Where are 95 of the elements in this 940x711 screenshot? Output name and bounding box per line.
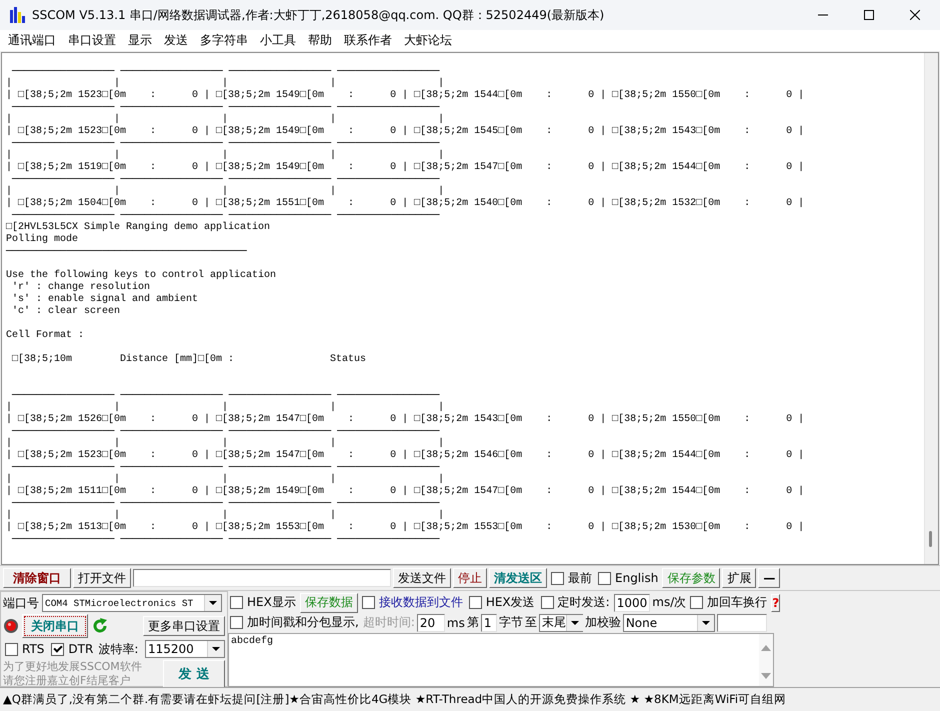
- append-newline-checkbox[interactable]: 加回车换行: [688, 594, 770, 611]
- table-border: | | | | |: [6, 474, 444, 485]
- table-rule: ───────────────── ───────────────── ───────────────── ─────────────────: [10, 462, 440, 473]
- collapse-button[interactable]: —: [758, 568, 780, 588]
- baud-rate-select[interactable]: 115200: [145, 640, 225, 658]
- table-border: | | | | |: [6, 402, 444, 413]
- clear-window-button[interactable]: 清除窗口: [3, 568, 71, 588]
- from-label: 第: [466, 614, 479, 631]
- interval-unit: ms/次: [652, 594, 686, 611]
- menu-item[interactable]: 大虾论坛: [398, 32, 458, 49]
- close-icon[interactable]: [910, 10, 920, 20]
- to-label: 至: [524, 614, 537, 631]
- table-rule: ────────────────────────────────────────: [6, 246, 247, 257]
- hex-send-checkbox[interactable]: HEX发送: [466, 594, 537, 611]
- english-checkbox[interactable]: English: [596, 571, 660, 585]
- terminal-line: | □[38;5;2m 1523□[0m : 0 | □[38;5;2m 1547□[0m : 0 | □[38;5;2m 1546□[0m : 0 | □[38;5;2m 1544□[0m : 0 |: [6, 450, 804, 461]
- table-border: | | | | |: [6, 510, 444, 521]
- baud-rate-label: 波特率:: [98, 640, 138, 658]
- terminal-line: 's' : enable signal and ambient: [11, 294, 198, 305]
- terminal-line: | □[38;5;2m 1523□[0m : 0 | □[38;5;2m 1549□[0m : 0 | □[38;5;2m 1544□[0m : 0 | □[38;5;2m 1550□[0m : 0 |: [6, 90, 804, 101]
- terminal-line: Polling mode: [6, 234, 78, 245]
- terminal-line: Use the following keys to control application: [6, 270, 276, 281]
- menu-item[interactable]: 串口设置: [62, 32, 122, 49]
- menu-item[interactable]: 显示: [122, 32, 158, 49]
- promo-text: 请您注册嘉立创F结尾客户: [3, 674, 132, 688]
- dtr-checkbox[interactable]: DTR: [49, 642, 96, 656]
- save-params-button[interactable]: 保存参数: [662, 568, 720, 588]
- terminal-line: Cell Format :: [6, 330, 84, 341]
- table-border: | | | | |: [6, 438, 444, 449]
- marquee-text: ▲Q群满员了,没有第二个群.有需要请在虾坛提问[注册]★合宙高性价比4G模块 ★RT-Thread中国人的开源免费操作系统 ★ ★8KM远距离WiFi可自组网: [3, 692, 786, 706]
- stop-button[interactable]: 停止: [453, 568, 487, 588]
- menu-item[interactable]: 多字符串: [194, 32, 254, 49]
- window-title: SSCOM V5.13.1 串口/网络数据调试器,作者:大虾丁丁,2618058@qq.com. QQ群：52502449(最新版本): [32, 6, 604, 24]
- help-button[interactable]: ?: [771, 594, 780, 612]
- table-rule: ───────────────── ───────────────── ───────────────── ─────────────────: [10, 426, 440, 437]
- interval-field[interactable]: 1000: [614, 594, 650, 612]
- port-label: 端口号: [3, 594, 39, 612]
- more-settings-button[interactable]: 更多串口设置: [143, 616, 225, 636]
- send-button[interactable]: 发 送: [163, 660, 225, 688]
- table-rule: ───────────────── ───────────────── ───────────────── ─────────────────: [10, 138, 440, 149]
- menu-item[interactable]: 小工具: [254, 32, 302, 49]
- close-port-button[interactable]: 关闭串口: [22, 614, 88, 638]
- checksum-label: 加校验: [584, 614, 621, 631]
- from-field[interactable]: 1: [480, 614, 497, 632]
- table-rule: ───────────────── ───────────────── ───────────────── ─────────────────: [10, 174, 440, 185]
- table-rule: ───────────────── ───────────────── ───────────────── ─────────────────: [10, 102, 440, 113]
- clear-send-button[interactable]: 清发送区: [489, 568, 547, 588]
- table-border: | | | | |: [6, 78, 444, 89]
- rts-checkbox[interactable]: RTS: [3, 642, 46, 656]
- topmost-checkbox[interactable]: 最前: [549, 570, 594, 586]
- timestamp-checkbox[interactable]: 加时间戳和分包显示,: [228, 614, 361, 631]
- table-border: | | | | |: [6, 150, 444, 161]
- hex-display-checkbox[interactable]: HEX显示: [228, 594, 298, 611]
- terminal-line: | □[38;5;2m 1511□[0m : 0 | □[38;5;2m 1549□[0m : 0 | □[38;5;2m 1547□[0m : 0 | □[38;5;2m 1544□[0m : 0 |: [6, 486, 804, 497]
- send-file-button[interactable]: 发送文件: [393, 568, 451, 588]
- scrollbar-thumb[interactable]: [929, 531, 932, 547]
- table-rule: ───────────────── ───────────────── ───────────────── ─────────────────: [10, 390, 440, 401]
- menu-item[interactable]: 联系作者: [338, 32, 398, 49]
- timeout-unit: ms: [446, 616, 465, 630]
- open-file-button[interactable]: 打开文件: [73, 568, 131, 588]
- terminal-line: | □[38;5;2m 1526□[0m : 0 | □[38;5;2m 1547□[0m : 0 | □[38;5;2m 1543□[0m : 0 | □[38;5;2m 1550□[0m : 0 |: [6, 414, 804, 425]
- promo-text: 为了更好地发展SSCOM软件: [3, 660, 142, 674]
- terminal-line: □[2HVL53L5CX Simple Ranging demo application: [6, 222, 270, 233]
- app-icon: [10, 6, 26, 24]
- save-data-button[interactable]: 保存数据: [300, 592, 358, 612]
- terminal-line: 'c' : clear screen: [11, 306, 120, 317]
- terminal-line: | □[38;5;2m 1513□[0m : 0 | □[38;5;2m 1553□[0m : 0 | □[38;5;2m 1553□[0m : 0 | □[38;5;2m 1530□[0m : 0 |: [6, 522, 804, 533]
- table-rule: ───────────────── ───────────────── ───────────────── ─────────────────: [10, 534, 440, 545]
- table-rule: ───────────────── ───────────────── ───────────────── ─────────────────: [10, 498, 440, 509]
- timeout-label: 超时时间:: [362, 614, 415, 631]
- file-path-field[interactable]: [133, 569, 391, 587]
- terminal-line: | □[38;5;2m 1523□[0m : 0 | □[38;5;2m 1549□[0m : 0 | □[38;5;2m 1545□[0m : 0 | □[38;5;2m 1543□[0m : 0 |: [6, 126, 804, 137]
- terminal-line: 'r' : change resolution: [11, 282, 150, 293]
- menu-item[interactable]: 通讯端口: [2, 32, 62, 49]
- menu-item[interactable]: 帮助: [302, 32, 338, 49]
- maximize-icon[interactable]: [864, 10, 874, 20]
- table-border: | | | | |: [6, 186, 444, 197]
- status-led-icon: [3, 618, 19, 634]
- table-border: | | | | |: [6, 114, 444, 125]
- checksum-value-field[interactable]: [716, 614, 767, 632]
- expand-button[interactable]: 扩展: [722, 568, 756, 588]
- terminal-line: | □[38;5;2m 1519□[0m : 0 | □[38;5;2m 1549□[0m : 0 | □[38;5;2m 1547□[0m : 0 | □[38;5;2m 1544□[0m : 0 |: [6, 162, 804, 173]
- port-select[interactable]: COM4 STMicroelectronics ST: [42, 594, 222, 612]
- terminal-line: | □[38;5;2m 1504□[0m : 0 | □[38;5;2m 1551□[0m : 0 | □[38;5;2m 1540□[0m : 0 | □[38;5;2m 1532□[0m : 0 |: [6, 198, 804, 209]
- checksum-select[interactable]: None: [622, 614, 715, 632]
- end-select[interactable]: 末尾: [538, 614, 583, 632]
- timed-send-checkbox[interactable]: 定时发送:: [538, 594, 612, 611]
- menu-item[interactable]: 发送: [158, 32, 194, 49]
- bytes-label: 字节: [498, 614, 523, 631]
- timeout-field[interactable]: 20: [416, 614, 445, 632]
- receive-to-file-checkbox[interactable]: 接收数据到文件: [360, 594, 465, 611]
- table-rule: ───────────────── ───────────────── ───────────────── ─────────────────: [10, 210, 440, 221]
- table-rule: ───────────────── ───────────────── ───────────────── ─────────────────: [10, 66, 440, 77]
- refresh-icon[interactable]: [91, 617, 109, 635]
- terminal-line: □[38;5;10m Distance [mm]□[0m : Status: [11, 354, 366, 365]
